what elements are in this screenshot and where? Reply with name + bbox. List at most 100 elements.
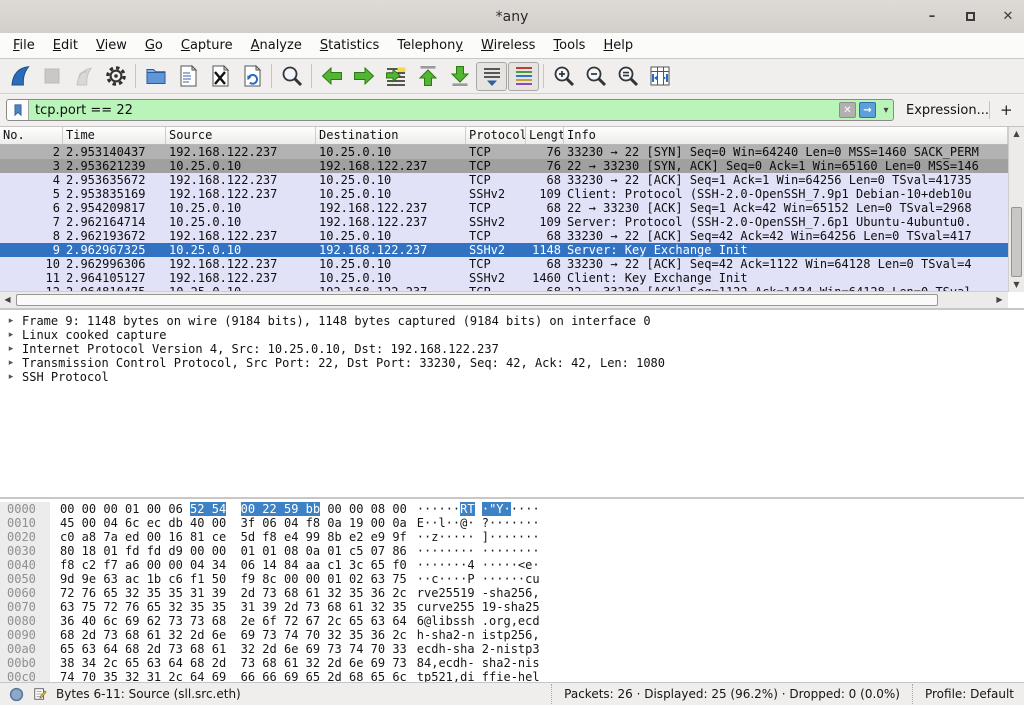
hex-row-0040[interactable]: 0040f8 c2 f7 a6 00 00 04 34 06 14 84 aa … [0,558,1024,572]
hex-ascii[interactable]: ··c····P ······cu [417,572,540,586]
go-first-button[interactable] [412,62,443,91]
detail-row-0[interactable]: ▸Frame 9: 1148 bytes on wire (9184 bits)… [0,314,1024,328]
zoom-out-button[interactable] [580,62,611,91]
vertical-scrollbar-thumb[interactable] [1011,207,1022,277]
hex-bytes[interactable]: 65 63 64 68 2d 73 68 61 32 2d 6e 69 73 7… [60,642,407,656]
column-header-len[interactable]: Length [526,127,564,144]
menu-telephony[interactable]: Telephony [388,35,472,56]
go-back-button[interactable] [316,62,347,91]
filter-dropdown-caret[interactable]: ▾ [879,105,893,116]
auto-scroll-button[interactable] [476,62,507,91]
hex-ascii[interactable]: curve255 19-sha25 [417,600,540,614]
menu-statistics[interactable]: Statistics [311,35,388,56]
scroll-down-icon[interactable]: ▼ [1009,278,1024,292]
column-header-dst[interactable]: Destination [316,127,466,144]
display-filter-input[interactable] [29,103,839,118]
capture-comment-icon[interactable] [33,687,47,701]
menu-wireless[interactable]: Wireless [472,35,544,56]
go-to-packet-button[interactable] [380,62,411,91]
column-header-src[interactable]: Source [166,127,316,144]
maximize-icon[interactable] [962,9,978,25]
expand-arrow-icon[interactable]: ▸ [0,328,22,342]
detail-row-2[interactable]: ▸Internet Protocol Version 4, Src: 10.25… [0,342,1024,356]
hex-bytes[interactable]: c0 a8 7a ed 00 16 81 ce 5d f8 e4 99 8b e… [60,530,407,544]
hex-row-00b0[interactable]: 00b038 34 2c 65 63 64 68 2d 73 68 61 32 … [0,656,1024,670]
start-capture-button[interactable] [4,62,35,91]
hex-bytes[interactable]: 36 40 6c 69 62 73 73 68 2e 6f 72 67 2c 6… [60,614,407,628]
scroll-left-icon[interactable]: ◀ [0,293,15,307]
close-icon[interactable]: ✕ [1000,9,1016,25]
packet-row-10[interactable]: 102.962996306192.168.122.23710.25.0.10TC… [0,257,1008,271]
hex-ascii[interactable]: 84,ecdh- sha2-nis [417,656,540,670]
hex-ascii[interactable]: ecdh-sha 2-nistp3 [417,642,540,656]
hex-row-0090[interactable]: 009068 2d 73 68 61 32 2d 6e 69 73 74 70 … [0,628,1024,642]
packet-row-6[interactable]: 62.95420981710.25.0.10192.168.122.237TCP… [0,201,1008,215]
hex-ascii[interactable]: ··z····· ]······· [417,530,540,544]
save-file-button[interactable] [172,62,203,91]
hex-ascii[interactable]: h-sha2-n istp256, [417,628,540,642]
hex-row-0020[interactable]: 0020c0 a8 7a ed 00 16 81 ce 5d f8 e4 99 … [0,530,1024,544]
menu-edit[interactable]: Edit [44,35,87,56]
packet-row-8[interactable]: 82.962193672192.168.122.23710.25.0.10TCP… [0,229,1008,243]
hex-ascii[interactable]: tp521,di ffie-hel [417,670,540,682]
hex-ascii[interactable]: rve25519 -sha256, [417,586,540,600]
packet-row-4[interactable]: 42.953635672192.168.122.23710.25.0.10TCP… [0,173,1008,187]
menu-tools[interactable]: Tools [544,35,594,56]
expert-info-icon[interactable] [9,687,24,702]
expand-arrow-icon[interactable]: ▸ [0,356,22,370]
horizontal-scrollbar-thumb[interactable] [16,294,938,306]
vertical-scrollbar[interactable]: ▲ ▼ [1008,127,1024,292]
column-header-time[interactable]: Time [63,127,166,144]
detail-row-3[interactable]: ▸Transmission Control Protocol, Src Port… [0,356,1024,370]
horizontal-scrollbar[interactable]: ◀ ▶ [0,291,1008,308]
hex-row-00a0[interactable]: 00a065 63 64 68 2d 73 68 61 32 2d 6e 69 … [0,642,1024,656]
packet-row-3[interactable]: 32.95362123910.25.0.10192.168.122.237TCP… [0,159,1008,173]
packet-row-5[interactable]: 52.953835169192.168.122.23710.25.0.10SSH… [0,187,1008,201]
open-file-button[interactable] [140,62,171,91]
packet-row-11[interactable]: 112.964105127192.168.122.23710.25.0.10SS… [0,271,1008,285]
hex-bytes[interactable]: 80 18 01 fd fd d9 00 00 01 01 08 0a 01 c… [60,544,407,558]
zoom-original-button[interactable] [612,62,643,91]
status-profile[interactable]: Profile: Default [912,684,1024,704]
scroll-up-icon[interactable]: ▲ [1009,127,1024,141]
hex-ascii[interactable]: E··l··@· ?······· [417,516,540,530]
hex-row-0050[interactable]: 00509d 9e 63 ac 1b c6 f1 50 f9 8c 00 00 … [0,572,1024,586]
hex-bytes[interactable]: 45 00 04 6c ec db 40 00 3f 06 04 f8 0a 1… [60,516,407,530]
detail-row-1[interactable]: ▸Linux cooked capture [0,328,1024,342]
packet-row-2[interactable]: 22.953140437192.168.122.23710.25.0.10TCP… [0,145,1008,159]
hex-row-0060[interactable]: 006072 76 65 32 35 35 31 39 2d 73 68 61 … [0,586,1024,600]
column-header-info[interactable]: Info [564,127,1008,144]
packet-row-9[interactable]: 92.96296732510.25.0.10192.168.122.237SSH… [0,243,1008,257]
capture-options-button[interactable] [100,62,131,91]
hex-bytes[interactable]: 72 76 65 32 35 35 31 39 2d 73 68 61 32 3… [60,586,407,600]
resize-columns-button[interactable] [644,62,675,91]
minimize-icon[interactable]: – [924,9,940,25]
close-file-button[interactable] [204,62,235,91]
hex-row-0080[interactable]: 008036 40 6c 69 62 73 73 68 2e 6f 72 67 … [0,614,1024,628]
hex-row-0030[interactable]: 003080 18 01 fd fd d9 00 00 01 01 08 0a … [0,544,1024,558]
filter-clear-button[interactable]: ✕ [839,102,856,118]
hex-bytes[interactable]: 63 75 72 76 65 32 35 35 31 39 2d 73 68 6… [60,600,407,614]
hex-ascii[interactable]: ········ ········ [417,544,540,558]
filter-bookmark-button[interactable] [7,100,29,120]
packet-row-7[interactable]: 72.96216471410.25.0.10192.168.122.237SSH… [0,215,1008,229]
hex-ascii[interactable]: 6@libssh .org,ecd [417,614,540,628]
menu-capture[interactable]: Capture [172,35,242,56]
go-forward-button[interactable] [348,62,379,91]
column-header-no[interactable]: No. [0,127,63,144]
find-packet-button[interactable] [276,62,307,91]
hex-bytes[interactable]: f8 c2 f7 a6 00 00 04 34 06 14 84 aa c1 3… [60,558,407,572]
hex-row-0070[interactable]: 007063 75 72 76 65 32 35 35 31 39 2d 73 … [0,600,1024,614]
menu-view[interactable]: View [87,35,136,56]
hex-bytes[interactable]: 9d 9e 63 ac 1b c6 f1 50 f9 8c 00 00 01 0… [60,572,407,586]
expand-arrow-icon[interactable]: ▸ [0,370,22,384]
hex-ascii[interactable]: ······RT ·"Y····· [417,502,540,516]
hex-ascii[interactable]: ·······4 ·····<e· [417,558,540,572]
hex-bytes[interactable]: 68 2d 73 68 61 32 2d 6e 69 73 74 70 32 3… [60,628,407,642]
hex-bytes[interactable]: 38 34 2c 65 63 64 68 2d 73 68 61 32 2d 6… [60,656,407,670]
menu-go[interactable]: Go [136,35,172,56]
menu-analyze[interactable]: Analyze [242,35,311,56]
scroll-right-icon[interactable]: ▶ [992,293,1007,307]
reload-file-button[interactable] [236,62,267,91]
hex-row-0010[interactable]: 001045 00 04 6c ec db 40 00 3f 06 04 f8 … [0,516,1024,530]
